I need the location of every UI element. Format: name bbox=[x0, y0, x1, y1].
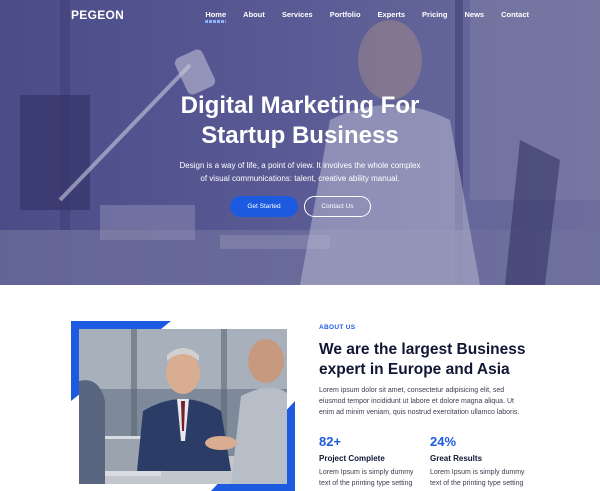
stat-description: Lorem Ipsum is simply dummy text of the … bbox=[319, 467, 439, 489]
nav-item-about[interactable]: About bbox=[243, 10, 265, 19]
stat-number: 82+ bbox=[319, 434, 342, 449]
brand-logo[interactable]: PEGEON bbox=[71, 8, 124, 22]
about-title-line: We are the largest Business bbox=[319, 341, 526, 358]
about-kicker: ABOUT US bbox=[319, 324, 356, 331]
stat-description-line: text of the printing type setting bbox=[319, 480, 413, 487]
contact-us-button[interactable]: Contact Us bbox=[304, 196, 371, 217]
nav-item-home[interactable]: Home bbox=[205, 10, 226, 23]
nav-item-portfolio[interactable]: Portfolio bbox=[330, 10, 361, 19]
about-text-line: enim ad minim veniam, quis nostrud exerc… bbox=[319, 409, 520, 416]
stat-description-line: text of the printing type setting bbox=[430, 480, 524, 487]
stat-description-line: Lorem Ipsum is simply dummy bbox=[319, 469, 414, 476]
nav-item-contact[interactable]: Contact bbox=[501, 10, 529, 19]
stat-great-results: 24% Great Results Lorem Ipsum is simply … bbox=[430, 434, 550, 489]
stat-label: Project Complete bbox=[319, 454, 385, 463]
stat-label: Great Results bbox=[430, 454, 483, 463]
about-text-line: eiusmod tempor incididunt ut labore et d… bbox=[319, 398, 514, 405]
hero-subtitle-line: of visual communications: talent, creati… bbox=[200, 173, 400, 183]
stat-project-complete: 82+ Project Complete Lorem Ipsum is simp… bbox=[319, 434, 439, 489]
hero-title-line: Digital Marketing For bbox=[180, 92, 420, 119]
hero-subtitle-line: Design is a way of life, a point of view… bbox=[179, 161, 421, 170]
nav-links: Home About Services Portfolio Experts Pr… bbox=[188, 10, 529, 23]
about-title-line: expert in Europe and Asia bbox=[319, 361, 510, 378]
about-text-line: Lorem ipsum dolor sit amet, consectetur … bbox=[319, 387, 505, 394]
hero-subtitle: Design is a way of life, a point of view… bbox=[0, 160, 600, 185]
nav-item-services[interactable]: Services bbox=[282, 10, 313, 19]
stat-description-line: Lorem Ipsum is simply dummy bbox=[430, 469, 525, 476]
handshake-photo bbox=[71, 321, 295, 491]
nav-item-experts[interactable]: Experts bbox=[378, 10, 406, 19]
about-image bbox=[71, 321, 295, 491]
nav-item-pricing[interactable]: Pricing bbox=[422, 10, 447, 19]
about-title: We are the largest Business expert in Eu… bbox=[319, 340, 569, 380]
top-navigation: PEGEON Home About Services Portfolio Exp… bbox=[0, 0, 600, 30]
nav-item-news[interactable]: News bbox=[464, 10, 484, 19]
stat-description: Lorem Ipsum is simply dummy text of the … bbox=[430, 467, 550, 489]
hero-title: Digital Marketing For Startup Business bbox=[0, 91, 600, 151]
get-started-button[interactable]: Get Started bbox=[230, 196, 298, 217]
about-description: Lorem ipsum dolor sit amet, consectetur … bbox=[319, 385, 569, 418]
stat-number: 24% bbox=[430, 434, 457, 449]
hero-section: PEGEON Home About Services Portfolio Exp… bbox=[0, 0, 600, 285]
hero-title-line: Startup Business bbox=[201, 122, 399, 149]
